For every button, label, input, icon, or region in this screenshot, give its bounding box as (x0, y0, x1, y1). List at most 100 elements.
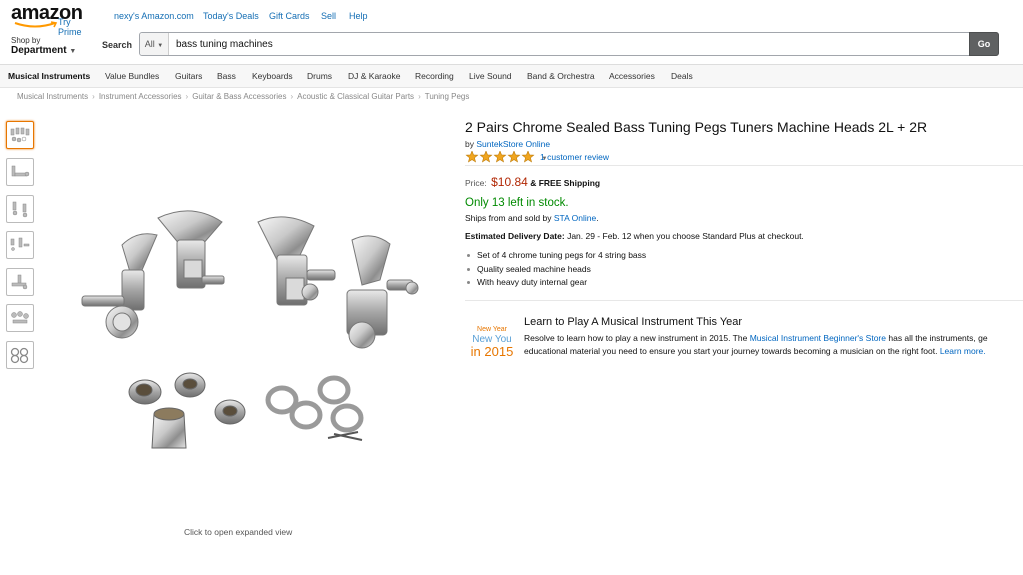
gift-cards-link[interactable]: Gift Cards (269, 11, 310, 21)
star-icon (493, 150, 507, 163)
beginners-store-link[interactable]: Musical Instrument Beginner's Store (750, 333, 886, 343)
subnav-live-sound[interactable]: Live Sound (469, 71, 512, 81)
search-scope-dropdown[interactable]: All ▼ (140, 33, 169, 55)
promo-text: Resolve to learn how to play a new instr… (524, 333, 748, 343)
sell-link[interactable]: Sell (321, 11, 336, 21)
breadcrumb-item[interactable]: Musical Instruments (17, 92, 88, 101)
todays-deals-link[interactable]: Today's Deals (203, 11, 259, 21)
star-icon (507, 150, 521, 163)
promo-body: Resolve to learn how to play a new instr… (524, 332, 1023, 358)
product-title: 2 Pairs Chrome Sealed Bass Tuning Pegs T… (465, 119, 928, 135)
price-value: $10.84 (491, 175, 528, 189)
tuning-peg (257, 216, 336, 306)
tuning-pegs-thumb-icon (10, 127, 30, 143)
tuning-peg-thumb-icon (12, 201, 28, 218)
subnav-recording[interactable]: Recording (415, 71, 454, 81)
shop-by-department[interactable]: Shop by Department ▼ (11, 36, 76, 57)
help-link[interactable]: Help (349, 11, 368, 21)
subnav-band-orchestra[interactable]: Band & Orchestra (527, 71, 595, 81)
screws (327, 431, 363, 441)
logo-line: in 2015 (470, 344, 514, 359)
gallery-thumb-2[interactable] (6, 158, 34, 186)
gallery-thumb-7[interactable] (6, 341, 34, 369)
promo-heading: Learn to Play A Musical Instrument This … (524, 316, 743, 328)
tuning-peg (346, 235, 419, 349)
shipping-info: & FREE Shipping (530, 178, 601, 188)
tuning-peg (157, 210, 225, 289)
gallery-thumb-3[interactable] (6, 195, 34, 223)
breadcrumb-item[interactable]: Instrument Accessories (99, 92, 182, 101)
bushings (128, 372, 246, 449)
subnav-drums[interactable]: Drums (307, 71, 332, 81)
tuning-peg-thumb-icon (11, 165, 30, 177)
breadcrumb-separator: › (418, 92, 421, 101)
search-input[interactable] (176, 35, 956, 53)
learn-more-link[interactable]: Learn more. (940, 346, 986, 356)
ships-from-seller-link[interactable]: STA Online (554, 213, 596, 223)
by-label: by (465, 139, 474, 149)
stock-status: Only 13 left in stock. (465, 197, 569, 209)
subnav-value-bundles[interactable]: Value Bundles (105, 71, 159, 81)
gallery-thumb-6[interactable] (6, 304, 34, 332)
subnav-accessories[interactable]: Accessories (609, 71, 655, 81)
breadcrumb-item[interactable]: Guitar & Bass Accessories (192, 92, 286, 101)
star-icon (479, 150, 493, 163)
list-item: With heavy duty internal gear (465, 277, 646, 291)
breadcrumb-separator: › (185, 92, 189, 101)
category-subnav: Musical Instruments Value Bundles Guitar… (0, 65, 1023, 88)
amazon-logo[interactable]: amazon Try Prime (11, 2, 83, 37)
ships-from-label: Ships from and sold by (465, 213, 552, 223)
promo-text: has all the instruments, ge (888, 333, 988, 343)
go-button[interactable]: Go (969, 32, 999, 56)
divider (465, 165, 1023, 166)
divider (465, 300, 1023, 301)
breadcrumb-separator: › (92, 92, 95, 101)
breadcrumb: Musical Instruments › Instrument Accessori… (17, 92, 469, 101)
caret-down-icon: ▼ (157, 43, 164, 49)
ships-from: Ships from and sold by STA Online. (465, 213, 599, 223)
delivery-text: Jan. 29 - Feb. 12 when you choose Standa… (567, 231, 804, 241)
list-item: Set of 4 chrome tuning pegs for 4 string… (465, 250, 646, 264)
gallery-thumb-1[interactable] (6, 121, 34, 149)
new-year-logo[interactable]: New Year New You in 2015 (466, 325, 518, 358)
tuning-peg-thumb-icon (11, 311, 29, 324)
search-bar: All ▼ Go (139, 32, 999, 56)
seller-link[interactable]: SuntekStore Online (476, 139, 550, 149)
delivery-label: Estimated Delivery Date: (465, 231, 565, 241)
subnav-musical-instruments[interactable]: Musical Instruments (8, 71, 90, 81)
expand-view-hint[interactable]: Click to open expanded view (184, 527, 292, 537)
feature-bullets: Set of 4 chrome tuning pegs for 4 string… (465, 250, 646, 291)
search-label: Search (102, 40, 133, 50)
subnav-deals[interactable]: Deals (671, 71, 693, 81)
price-label: Price: (465, 178, 487, 188)
subnav-dj-karaoke[interactable]: DJ & Karaoke (348, 71, 400, 81)
price-row: Price: $10.84 & FREE Shipping (465, 175, 600, 189)
department-label: Department (11, 45, 67, 56)
breadcrumb-separator: › (290, 92, 294, 101)
byline: by SuntekStore Online (465, 139, 550, 149)
breadcrumb-item[interactable]: Acoustic & Classical Guitar Parts (297, 92, 414, 101)
try-prime-link[interactable]: Try Prime (58, 17, 82, 37)
tuning-peg (81, 233, 158, 339)
list-item: Quality sealed machine heads (465, 264, 646, 278)
tuning-peg-thumb-icon (11, 274, 28, 290)
gallery-thumb-4[interactable] (6, 231, 34, 259)
delivery-estimate: Estimated Delivery Date: Jan. 29 - Feb. … (465, 231, 804, 241)
subnav-keyboards[interactable]: Keyboards (252, 71, 293, 81)
caret-down-icon: ▼ (69, 48, 77, 55)
search-scope-value: All (144, 39, 155, 49)
product-main-image[interactable] (62, 200, 422, 470)
subnav-bass[interactable]: Bass (217, 71, 236, 81)
customer-review-link[interactable]: 1 customer review (540, 152, 609, 162)
stars-icon (465, 150, 535, 163)
subnav-guitars[interactable]: Guitars (175, 71, 202, 81)
ships-from-period: . (596, 213, 599, 223)
breadcrumb-item[interactable]: Tuning Pegs (425, 92, 470, 101)
washers (265, 375, 364, 433)
promo-text: educational material you need to ensure … (524, 346, 938, 356)
star-icon (521, 150, 535, 163)
tuning-peg-thumb-icon (10, 237, 30, 251)
washers-thumb-icon (10, 347, 29, 364)
gallery-thumb-5[interactable] (6, 268, 34, 296)
your-amazon-link[interactable]: nexy's Amazon.com (114, 11, 194, 21)
